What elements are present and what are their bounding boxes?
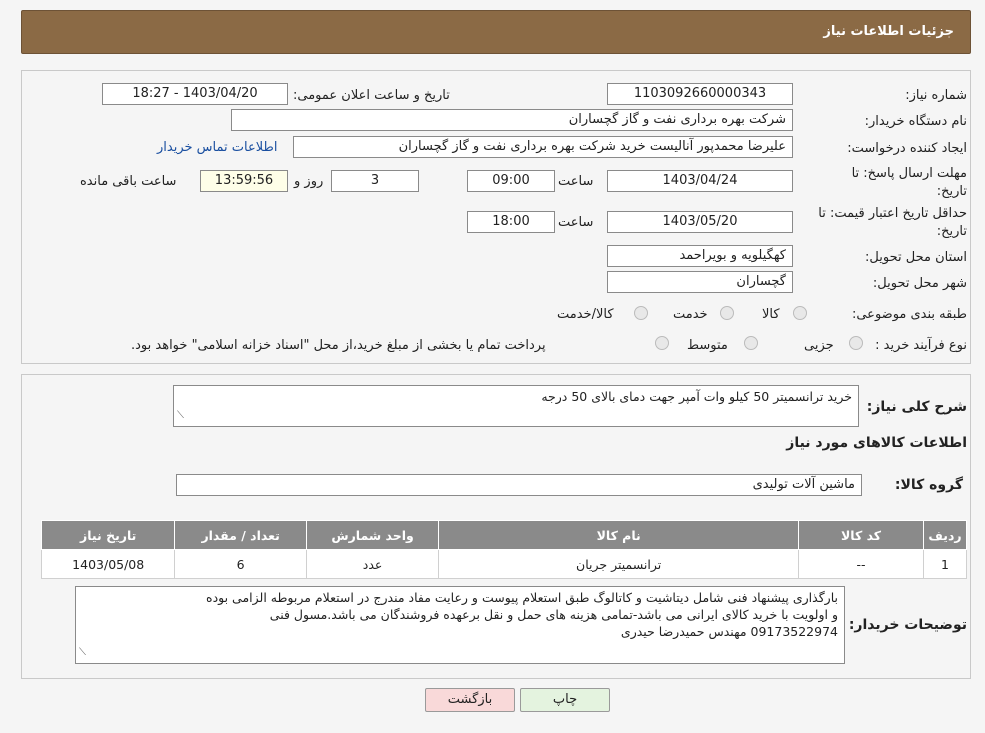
category-option-goods: کالا — [762, 307, 780, 322]
category-option-service: خدمت — [673, 307, 708, 322]
page-title: جزئیات اطلاعات نیاز — [823, 24, 954, 39]
validity-label: حداقل تاریخ اعتبار قیمت: تا — [818, 206, 967, 221]
cell-row: 1 — [923, 549, 967, 579]
buyer-notes-line-1: بارگذاری پیشنهاد فنی شامل دیتاشیت و کاتا… — [206, 590, 838, 605]
process-option-minor: جزیی — [804, 338, 834, 353]
deadline-time-label: ساعت — [558, 174, 594, 189]
need-number-label: شماره نیاز: — [905, 88, 967, 103]
category-radio-goods[interactable] — [793, 306, 807, 320]
deadline-time-field: 09:00 — [467, 170, 555, 192]
remaining-time-field: 13:59:56 — [200, 170, 288, 192]
remaining-label: ساعت باقی مانده — [80, 174, 177, 189]
need-number-field: 1103092660000343 — [607, 83, 793, 105]
cell-name: ترانسمیتر جریان — [438, 549, 800, 579]
category-radio-service[interactable] — [720, 306, 734, 320]
cell-date: 1403/05/08 — [40, 549, 176, 579]
goods-group-label: گروه کالا: — [894, 477, 963, 493]
category-option-goods-service: کالا/خدمت — [557, 307, 614, 322]
buyer-label: نام دستگاه خریدار: — [864, 114, 967, 129]
buyer-notes-line-3: 09173522974 مهندس حمیدرضا حیدری — [620, 624, 838, 639]
validity-time-field: 18:00 — [467, 211, 555, 233]
deadline-label-date: تاریخ: — [936, 184, 967, 199]
description-text: خرید ترانسمیتر 50 کیلو وات آمپر جهت دمای… — [541, 389, 852, 404]
items-table: ردیف کد کالا نام کالا واحد شمارش تعداد /… — [40, 520, 967, 579]
table-row: 1 -- ترانسمیتر جریان عدد 6 1403/05/08 — [40, 549, 967, 579]
process-radio-treasury[interactable] — [655, 336, 669, 350]
goods-section-title: اطلاعات کالاهای مورد نیاز — [786, 435, 967, 451]
th-row: ردیف — [923, 520, 967, 550]
th-quantity: تعداد / مقدار — [174, 520, 307, 550]
description-label: شرح کلی نیاز: — [866, 399, 967, 415]
goods-group-field: ماشین آلات تولیدی — [176, 474, 862, 496]
process-radio-minor[interactable] — [849, 336, 863, 350]
process-note: پرداخت تمام یا بخشی از مبلغ خرید،از محل … — [131, 338, 546, 353]
creator-field: علیرضا محمدپور آنالیست خرید شرکت بهره بر… — [293, 136, 793, 158]
category-label: طبقه بندی موضوعی: — [851, 307, 967, 322]
print-button[interactable]: چاپ — [520, 688, 610, 712]
buyer-notes-label: توضیحات خریدار: — [848, 617, 967, 633]
validity-time-label: ساعت — [558, 215, 594, 230]
creator-label: ایجاد کننده درخواست: — [847, 141, 967, 156]
validity-label-date: تاریخ: — [936, 224, 967, 239]
announce-label: تاریخ و ساعت اعلان عمومی: — [293, 88, 450, 103]
cell-code: -- — [798, 549, 925, 579]
resize-grip-icon[interactable]: ⟋ — [79, 644, 86, 661]
cell-quantity: 6 — [174, 549, 307, 579]
page-header: جزئیات اطلاعات نیاز — [21, 10, 971, 54]
deadline-date-field: 1403/04/24 — [607, 170, 793, 192]
days-label: روز و — [294, 174, 324, 189]
province-label: استان محل تحویل: — [865, 250, 967, 265]
deadline-label: مهلت ارسال پاسخ: تا — [851, 166, 967, 181]
city-label: شهر محل تحویل: — [872, 276, 967, 291]
process-option-medium: متوسط — [687, 338, 728, 353]
th-unit: واحد شمارش — [305, 520, 440, 550]
process-radio-medium[interactable] — [744, 336, 758, 350]
th-date: تاریخ نیاز — [40, 520, 176, 550]
buyer-field: شرکت بهره برداری نفت و گاز گچساران — [231, 109, 793, 131]
buyer-notes-line-2: و اولویت با خرید کالای ایرانی می باشد-تم… — [269, 607, 838, 622]
cell-unit: عدد — [305, 549, 440, 579]
th-code: کد کالا — [798, 520, 925, 550]
city-field: گچساران — [607, 271, 793, 293]
buyer-notes-field: بارگذاری پیشنهاد فنی شامل دیتاشیت و کاتا… — [75, 586, 845, 664]
back-button[interactable]: بازگشت — [425, 688, 515, 712]
resize-grip-icon[interactable]: ⟋ — [177, 407, 184, 424]
province-field: کهگیلویه و بویراحمد — [607, 245, 793, 267]
table-header-row: ردیف کد کالا نام کالا واحد شمارش تعداد /… — [40, 520, 967, 550]
days-field: 3 — [331, 170, 419, 192]
items-table-wrap: ردیف کد کالا نام کالا واحد شمارش تعداد /… — [40, 520, 967, 579]
validity-date-field: 1403/05/20 — [607, 211, 793, 233]
process-label: نوع فرآیند خرید : — [875, 338, 967, 353]
th-name: نام کالا — [438, 520, 800, 550]
announce-field: 1403/04/20 - 18:27 — [102, 83, 288, 105]
buyer-contact-link[interactable]: اطلاعات تماس خریدار — [157, 140, 277, 155]
description-field: خرید ترانسمیتر 50 کیلو وات آمپر جهت دمای… — [173, 385, 859, 427]
category-radio-goods-service[interactable] — [634, 306, 648, 320]
